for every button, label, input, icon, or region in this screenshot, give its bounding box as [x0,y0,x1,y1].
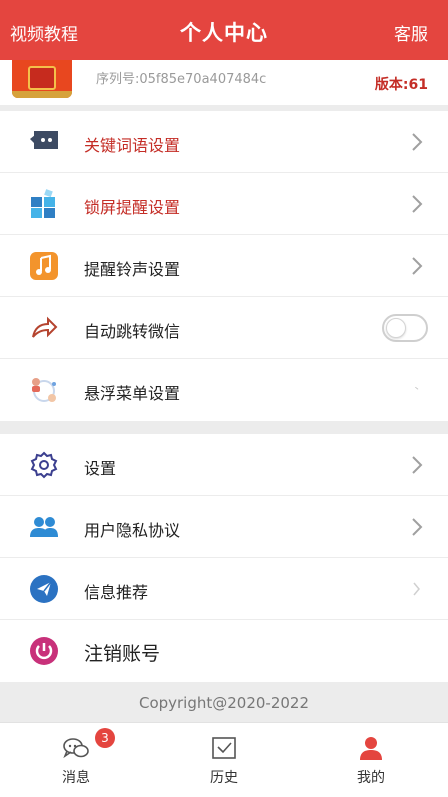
chevron-down-icon [415,386,419,390]
copyright-text: Copyright@2020-2022 [138,694,310,712]
chevron-right-icon [412,195,423,213]
row-label: 设置 [84,459,117,478]
row-label: 提醒铃声设置 [84,260,181,279]
profile-bar: 序列号:05f85e70a407484c 版本:61 [0,60,448,105]
unread-badge: 3 [95,728,115,748]
tab-messages[interactable]: 3 消息 [16,723,136,797]
row-label: 关键词语设置 [84,136,181,155]
settings-section-1: 关键词语设置 锁屏提醒设置 提醒铃声设置 自动跳转微信 悬浮菜单设置 [0,111,448,421]
red-envelope-icon [28,66,56,90]
chat-bubble-icon [28,127,60,157]
auto-jump-toggle[interactable] [382,314,428,342]
privacy-agreement-row[interactable]: 用户隐私协议 [0,496,448,558]
row-label: 悬浮菜单设置 [84,384,181,403]
share-arrow-icon [28,313,60,343]
auto-jump-wechat-row: 自动跳转微信 [0,297,448,359]
row-label: 自动跳转微信 [84,322,181,341]
tab-label: 消息 [62,770,90,786]
row-label: 信息推荐 [84,583,149,602]
page-title: 个人中心 [180,21,268,45]
deactivate-account-row[interactable]: 注销账号 [0,620,448,682]
mail-history-icon [212,737,236,759]
chevron-right-icon [413,582,420,596]
gear-icon [28,450,60,480]
row-label: 用户隐私协议 [84,521,181,540]
row-label: 锁屏提醒设置 [84,198,181,217]
keyword-settings-row[interactable]: 关键词语设置 [0,111,448,173]
row-label: 注销账号 [84,643,161,665]
settings-section-2: 设置 用户隐私协议 信息推荐 注销账号 [0,434,448,682]
bottom-tab-bar: 3 消息 历史 我的 [0,722,448,797]
version-label: 版本:61 [374,77,428,93]
serial-number: 序列号:05f85e70a407484c [96,72,267,87]
floating-people-icon [28,375,60,405]
chevron-right-icon [412,518,423,536]
power-icon [28,636,60,666]
music-note-icon [28,251,60,281]
info-recommend-row[interactable]: 信息推荐 [0,558,448,620]
grid-blocks-icon [28,189,60,219]
chevron-right-icon [412,257,423,275]
settings-row[interactable]: 设置 [0,434,448,496]
app-header: 视频教程 个人中心 客服 [0,0,448,60]
tab-history[interactable]: 历史 [164,723,284,797]
lockscreen-reminder-row[interactable]: 锁屏提醒设置 [0,173,448,235]
tab-label: 历史 [210,770,238,786]
chat-icon [63,738,89,759]
tab-mine[interactable]: 我的 [311,723,431,797]
floating-menu-row[interactable]: 悬浮菜单设置 [0,359,448,421]
person-icon [360,737,382,760]
chevron-right-icon [412,133,423,151]
tab-label: 我的 [357,770,385,786]
users-icon [28,512,60,542]
chevron-right-icon [412,456,423,474]
paper-plane-icon [28,574,60,604]
customer-service-link[interactable]: 客服 [394,20,428,45]
reminder-ringtone-row[interactable]: 提醒铃声设置 [0,235,448,297]
avatar[interactable] [12,60,72,98]
